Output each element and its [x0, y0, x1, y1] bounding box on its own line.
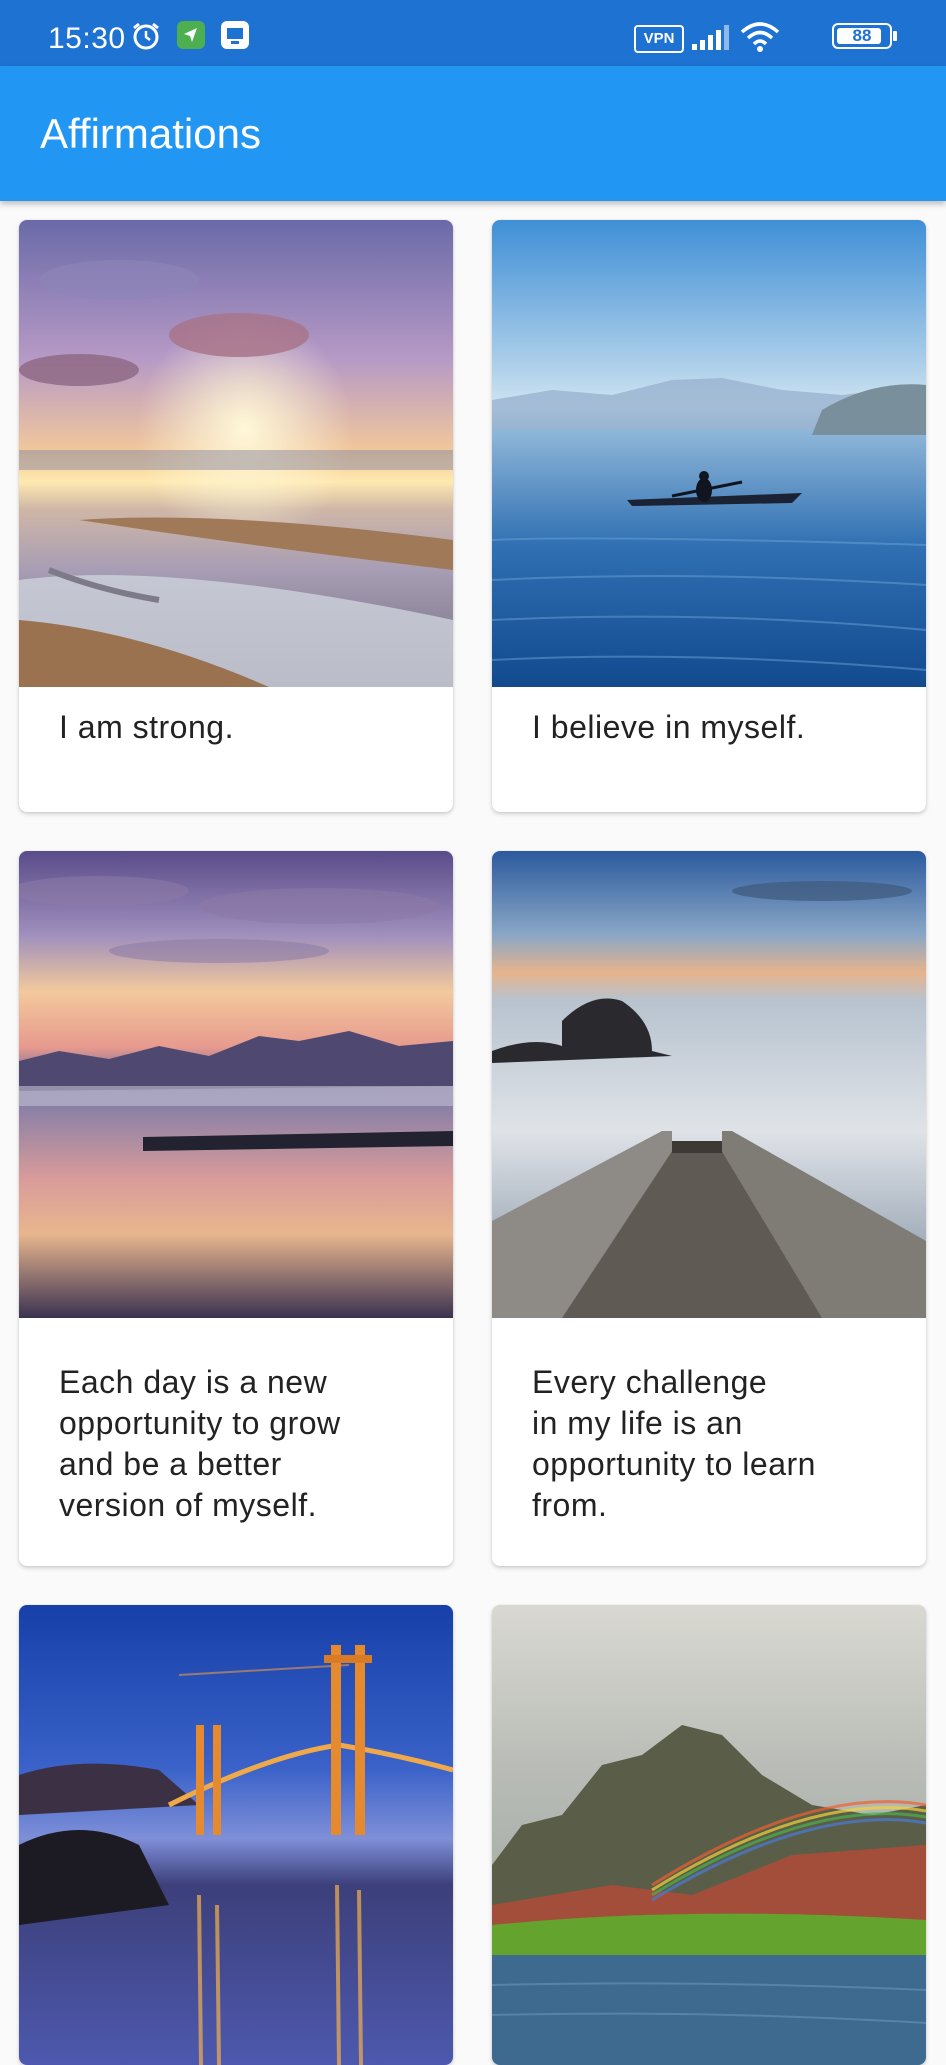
battery-icon: 88 [832, 23, 897, 49]
affirmation-text: Every challenge in my life is an opportu… [532, 1364, 816, 1523]
status-bar: 15:30 VPN 88 [0, 0, 946, 66]
signal-icon [690, 24, 730, 57]
lake-sunset-mountains-image [19, 851, 453, 1318]
location-app-icon [176, 20, 206, 55]
vpn-icon: VPN [634, 25, 684, 53]
kayak-lake-image [492, 220, 926, 687]
affirmation-card[interactable] [19, 1605, 453, 2065]
affirmation-text: Each day is a new opportunity to grow an… [59, 1364, 341, 1523]
app-bar: Affirmations [0, 66, 946, 201]
golden-gate-bridge-image [19, 1605, 453, 2065]
pier-ocean-rocks-image [492, 851, 926, 1318]
beach-sunset-image [19, 220, 453, 687]
battery-level: 88 [852, 26, 872, 45]
alarm-icon [130, 20, 162, 57]
affirmation-text: I believe in myself. [532, 709, 806, 745]
affirmation-card[interactable]: I believe in myself. [492, 220, 926, 812]
affirmation-card[interactable]: I am strong. [19, 220, 453, 812]
affirmation-card[interactable]: Every challenge in my life is an opportu… [492, 851, 926, 1566]
affirmation-text: I am strong. [59, 709, 234, 745]
screen-app-icon [220, 20, 250, 55]
affirmation-card[interactable] [492, 1605, 926, 2065]
wifi-icon [740, 22, 780, 57]
affirmation-card[interactable]: Each day is a new opportunity to grow an… [19, 851, 453, 1566]
page-title: Affirmations [40, 110, 261, 157]
mountain-rainbow-image [492, 1605, 926, 2065]
status-time: 15:30 [48, 22, 126, 55]
